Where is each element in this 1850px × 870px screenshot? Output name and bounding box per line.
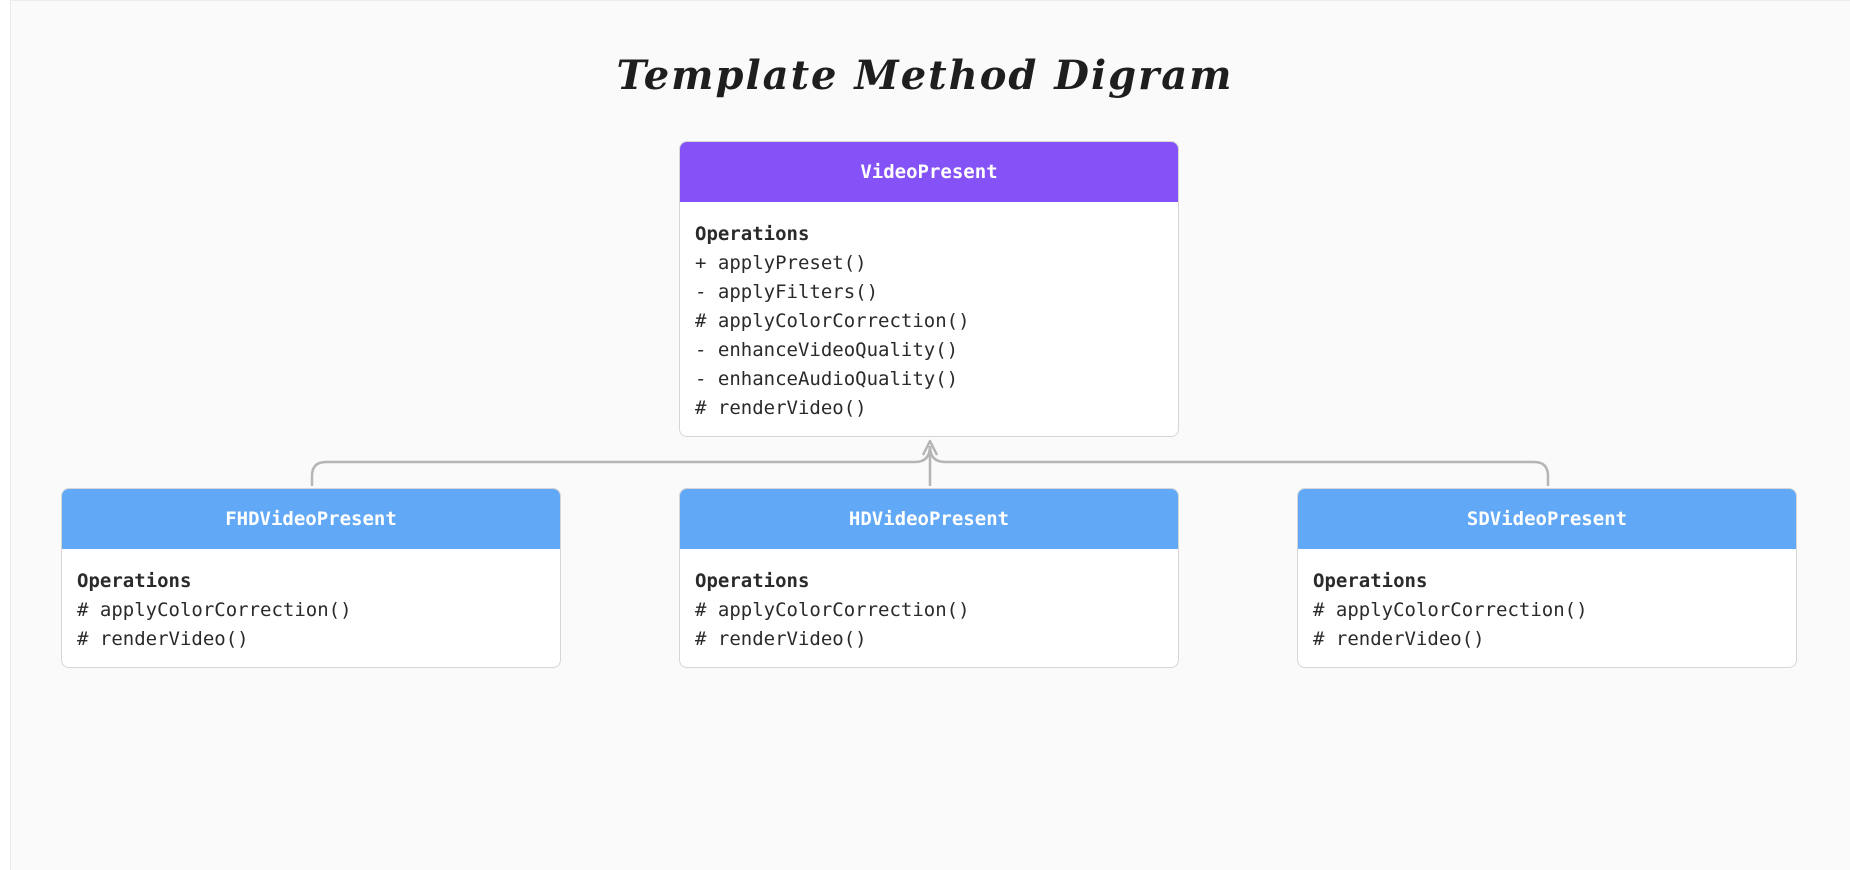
operations-label: Operations [695, 570, 810, 592]
class-name-hdvideopresent: HDVideoPresent [680, 489, 1178, 549]
operations-label: Operations [695, 223, 810, 245]
operation-item: - enhanceAudioQuality() [695, 368, 959, 390]
operation-item: - applyFilters() [695, 281, 879, 303]
operation-item: # renderVideo() [1313, 628, 1485, 650]
class-box-sdvideopresent[interactable]: SDVideoPresent Operations # applyColorCo… [1297, 488, 1797, 668]
class-name-sdvideopresent: SDVideoPresent [1298, 489, 1796, 549]
class-name-videopresent: VideoPresent [680, 142, 1178, 202]
operation-item: # applyColorCorrection() [695, 310, 970, 332]
operation-item: # renderVideo() [695, 397, 867, 419]
class-operations-sdvideopresent: Operations # applyColorCorrection() # re… [1298, 549, 1796, 664]
class-operations-videopresent: Operations + applyPreset() - applyFilter… [680, 202, 1178, 433]
operation-item: # applyColorCorrection() [77, 599, 352, 621]
operations-label: Operations [1313, 570, 1428, 592]
operation-item: # renderVideo() [695, 628, 867, 650]
operations-label: Operations [77, 570, 192, 592]
operation-item: - enhanceVideoQuality() [695, 339, 959, 361]
class-box-hdvideopresent[interactable]: HDVideoPresent Operations # applyColorCo… [679, 488, 1179, 668]
class-box-fhdvideopresent[interactable]: FHDVideoPresent Operations # applyColorC… [61, 488, 561, 668]
operation-item: # renderVideo() [77, 628, 249, 650]
class-operations-hdvideopresent: Operations # applyColorCorrection() # re… [680, 549, 1178, 664]
operation-item: # applyColorCorrection() [695, 599, 970, 621]
diagram-title: Template Method Digram [616, 52, 1234, 99]
class-operations-fhdvideopresent: Operations # applyColorCorrection() # re… [62, 549, 560, 664]
operation-item: # applyColorCorrection() [1313, 599, 1588, 621]
operation-item: + applyPreset() [695, 252, 867, 274]
class-box-videopresent[interactable]: VideoPresent Operations + applyPreset() … [679, 141, 1179, 437]
class-name-fhdvideopresent: FHDVideoPresent [62, 489, 560, 549]
